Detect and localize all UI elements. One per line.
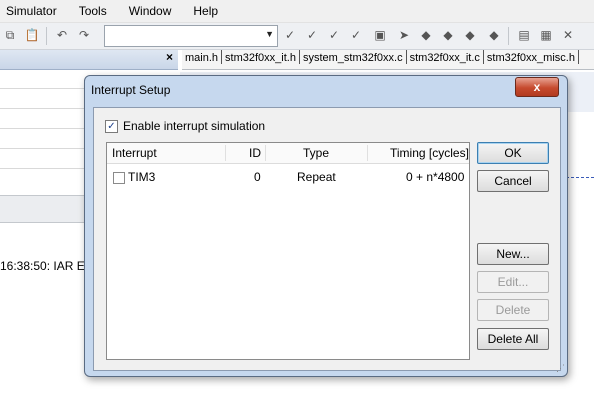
workspace-row xyxy=(0,148,84,149)
cancel-button[interactable]: Cancel xyxy=(477,170,549,192)
paste-icon[interactable]: 📋 xyxy=(24,27,40,43)
redo-icon[interactable]: ↷ xyxy=(76,27,92,43)
workspace-tabs-strip xyxy=(0,195,84,223)
compile-icon[interactable]: ▤ xyxy=(516,27,532,43)
interrupt-setup-dialog: Interrupt Setup x ✓ Enable interrupt sim… xyxy=(84,75,568,377)
bookmark-clear-icon[interactable]: ✓ xyxy=(348,27,364,43)
delete-all-button[interactable]: Delete All xyxy=(477,328,549,350)
build-log-line: 16:38:50: IAR E xyxy=(0,259,85,273)
workspace-row xyxy=(0,88,84,89)
tab-stm32f0xx-it-c[interactable]: stm32f0xx_it.c xyxy=(407,50,484,64)
resize-grip-icon[interactable]: ⋰ xyxy=(556,363,565,374)
menu-help[interactable]: Help xyxy=(189,4,222,18)
chevron-down-icon: ▼ xyxy=(265,29,274,39)
workspace-panel-header xyxy=(0,50,178,70)
new-button[interactable]: New... xyxy=(477,243,549,265)
tab-stm32f0xx-it-h[interactable]: stm32f0xx_it.h xyxy=(222,50,300,64)
row-interrupt-timing: 0 + n*4800 xyxy=(406,170,465,184)
tab-main-h[interactable]: main.h xyxy=(182,50,223,64)
nav-back2-icon[interactable]: ◆ xyxy=(418,27,434,43)
nav-step-icon[interactable]: ◆ xyxy=(486,27,502,43)
enable-simulation-row[interactable]: ✓ Enable interrupt simulation xyxy=(105,119,265,133)
interrupt-list-header: Interrupt ID Type Timing [cycles] xyxy=(107,143,469,164)
column-header-id[interactable]: ID xyxy=(249,146,261,160)
delete-button[interactable]: Delete xyxy=(477,299,549,321)
toolbar-separator xyxy=(508,27,509,45)
close-icon[interactable]: × xyxy=(166,50,173,64)
column-header-interrupt[interactable]: Interrupt xyxy=(112,146,157,160)
workspace-row xyxy=(0,168,84,169)
make-icon[interactable]: ▦ xyxy=(538,27,554,43)
ok-button[interactable]: OK xyxy=(477,142,549,164)
nav-back-icon[interactable]: ➤ xyxy=(396,27,412,43)
interrupt-list[interactable]: Interrupt ID Type Timing [cycles] TIM3 0… xyxy=(106,142,470,360)
bookmark-next-icon[interactable]: ✓ xyxy=(304,27,320,43)
editor-dashed-line xyxy=(566,177,594,178)
copy-icon[interactable]: ⧉ xyxy=(2,27,18,43)
tab-system-stm32f0xx-c[interactable]: system_stm32f0xx.c xyxy=(300,50,407,64)
toolbar-combo[interactable]: ▼ xyxy=(104,25,278,47)
edit-button[interactable]: Edit... xyxy=(477,271,549,293)
nav-fwd-icon[interactable]: ◆ xyxy=(440,27,456,43)
menu-window[interactable]: Window xyxy=(125,4,176,18)
column-divider[interactable] xyxy=(367,145,368,161)
find-icon[interactable]: ▣ xyxy=(372,27,388,43)
dialog-body: ✓ Enable interrupt simulation Interrupt … xyxy=(93,107,561,371)
dialog-title: Interrupt Setup xyxy=(91,83,171,97)
menu-bar: Simulator Tools Window Help xyxy=(0,0,594,23)
menu-simulator[interactable]: Simulator xyxy=(2,4,61,18)
column-header-type[interactable]: Type xyxy=(303,146,329,160)
enable-simulation-label: Enable interrupt simulation xyxy=(123,119,266,133)
menu-tools[interactable]: Tools xyxy=(75,4,111,18)
enable-simulation-checkbox[interactable]: ✓ xyxy=(105,119,118,133)
dialog-close-button[interactable]: x xyxy=(515,77,559,97)
workspace-row xyxy=(0,128,84,129)
toolbar-separator xyxy=(46,27,47,45)
row-checkbox-tim3[interactable] xyxy=(113,172,125,184)
editor-tab-bar: main.h stm32f0xx_it.h system_stm32f0xx.c st… xyxy=(182,50,594,70)
nav-fwd2-icon[interactable]: ◆ xyxy=(462,27,478,43)
tab-stm32f0xx-misc-h[interactable]: stm32f0xx_misc.h xyxy=(484,50,579,64)
row-interrupt-id: 0 xyxy=(254,170,261,184)
bookmark-prev-icon[interactable]: ✓ xyxy=(326,27,342,43)
row-interrupt-name[interactable]: TIM3 xyxy=(128,170,155,184)
bookmark-icon[interactable]: ✓ xyxy=(282,27,298,43)
workspace-row xyxy=(0,108,84,109)
column-divider[interactable] xyxy=(265,145,266,161)
column-header-timing[interactable]: Timing [cycles] xyxy=(390,146,469,160)
row-interrupt-type: Repeat xyxy=(297,170,336,184)
column-divider[interactable] xyxy=(225,145,226,161)
toolbar: ⧉ 📋 ↶ ↷ ▼ ✓ ✓ ✓ ✓ ▣ ➤ ◆ ◆ ◆ ◆ ▤ ▦ ✕ xyxy=(0,23,594,61)
undo-icon[interactable]: ↶ xyxy=(54,27,70,43)
stop-build-icon[interactable]: ✕ xyxy=(560,27,576,43)
